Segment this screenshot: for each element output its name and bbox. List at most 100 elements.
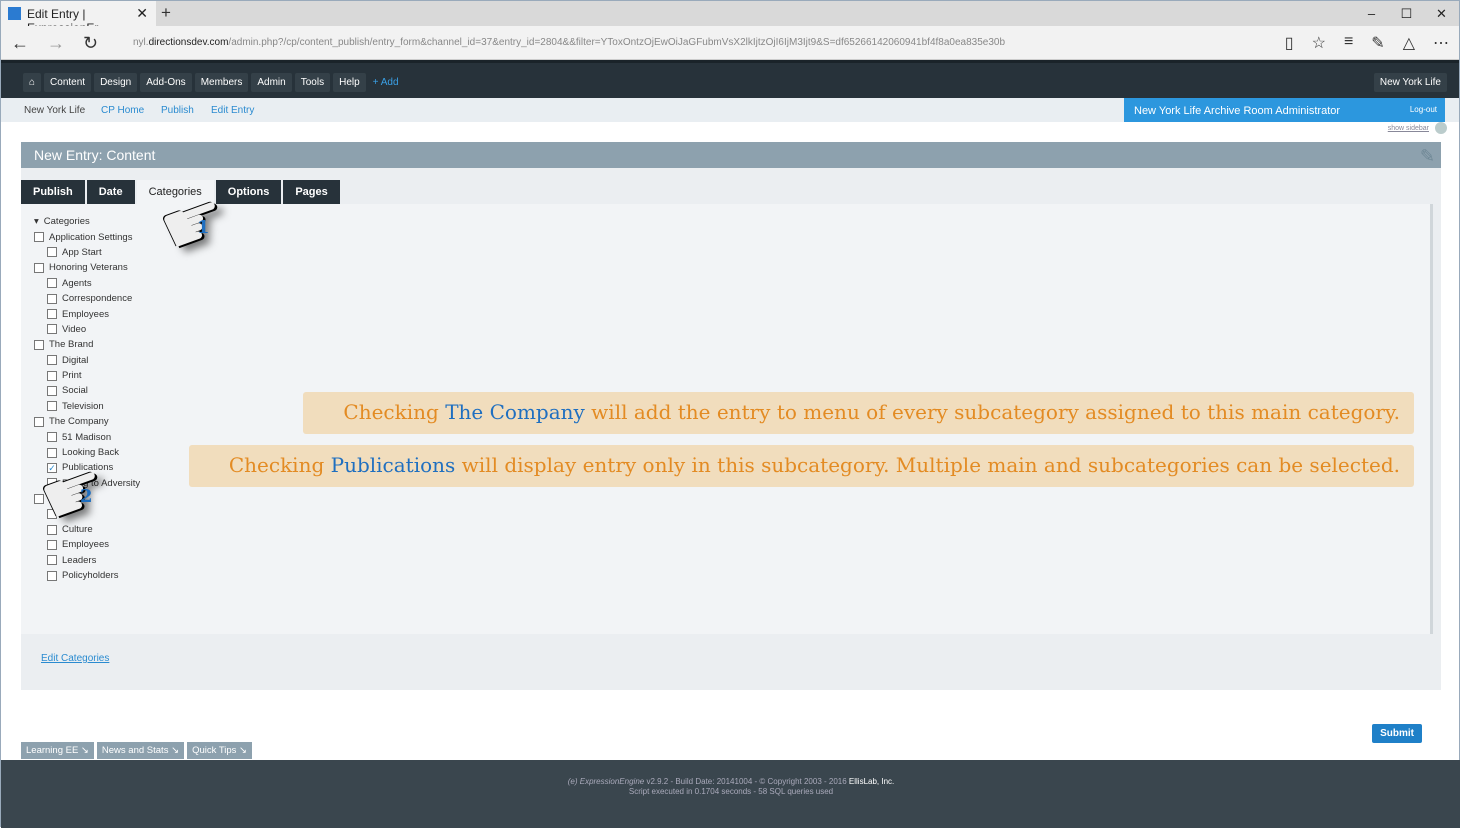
category-label: Digital (62, 355, 88, 366)
quick-tab-quick-tips[interactable]: Quick Tips ↘ (187, 742, 252, 759)
category-label: Leaders (62, 555, 96, 566)
subcategory-item[interactable]: Leaders (34, 553, 140, 568)
collapse-triangle-icon: ▾ (34, 216, 39, 227)
cp-nav: ⌂ Content Design Add-Ons Members Admin T… (1, 60, 1459, 98)
tab-publish[interactable]: Publish (21, 180, 85, 204)
browser-tab-bar: Edit Entry | ExpressionEr✕ + –☐✕ (1, 1, 1459, 26)
nav-addons[interactable]: Add-Ons (140, 73, 191, 92)
nav-admin[interactable]: Admin (251, 73, 291, 92)
nav-help[interactable]: Help (333, 73, 366, 92)
hub-icon[interactable]: ≡ (1344, 33, 1353, 53)
subcategory-item[interactable]: Correspondence (34, 291, 140, 306)
category-checkbox[interactable] (34, 232, 44, 242)
maximize-button[interactable]: ☐ (1389, 1, 1424, 22)
sidebar-toggle-icon[interactable] (1435, 122, 1447, 134)
nav-content[interactable]: Content (44, 73, 91, 92)
category-checkbox[interactable] (47, 386, 57, 396)
subcategory-item[interactable]: Social (34, 383, 140, 398)
category-item[interactable]: The Brand (34, 337, 140, 352)
home-icon[interactable]: ⌂ (23, 73, 41, 92)
ee-brand: ExpressionEngine (580, 777, 644, 786)
subcategory-item[interactable]: Employees (34, 306, 140, 321)
categories-label: Categories (44, 216, 90, 227)
crumb-cp-home[interactable]: CP Home (101, 105, 144, 116)
category-label: 51 Madison (62, 432, 111, 443)
nav-members[interactable]: Members (195, 73, 249, 92)
subcategory-item[interactable]: Policyholders (34, 568, 140, 583)
reading-view-icon[interactable]: ▯ (1285, 33, 1294, 53)
categories-header[interactable]: ▾ Categories (34, 214, 140, 229)
browser-tab[interactable]: Edit Entry | ExpressionEr✕ (1, 1, 156, 26)
category-label: Policyholders (62, 570, 119, 581)
category-checkbox[interactable] (47, 371, 57, 381)
category-checkbox[interactable] (47, 571, 57, 581)
tab-options[interactable]: Options (216, 180, 282, 204)
nav-design[interactable]: Design (94, 73, 137, 92)
footer-stats: Script executed in 0.1704 seconds - 58 S… (1, 787, 1460, 797)
category-label: The Brand (49, 339, 93, 350)
tab-pages[interactable]: Pages (283, 180, 339, 204)
subcategory-item[interactable]: App Start (34, 245, 140, 260)
subcategory-item[interactable]: Employees (34, 537, 140, 552)
admin-bar: New York Life Archive Room Administrator… (1124, 98, 1445, 122)
company-name: EllisLab, Inc. (849, 777, 894, 786)
category-checkbox[interactable] (47, 247, 57, 257)
subcategory-item[interactable]: Television (34, 399, 140, 414)
edit-categories-link[interactable]: Edit Categories (41, 653, 109, 664)
category-checkbox[interactable] (47, 432, 57, 442)
category-checkbox[interactable] (47, 540, 57, 550)
category-checkbox[interactable] (47, 278, 57, 288)
forward-icon[interactable]: → (47, 33, 65, 54)
show-sidebar-link[interactable]: show sidebar (1388, 125, 1429, 132)
tab-date[interactable]: Date (87, 180, 135, 204)
logout-link[interactable]: Log-out (1410, 105, 1437, 114)
admin-title: New York Life Archive Room Administrator (1134, 105, 1340, 117)
site-button[interactable]: New York Life (1374, 73, 1447, 92)
category-item[interactable]: Application Settings (34, 229, 140, 244)
new-tab-button[interactable]: + (161, 3, 171, 23)
category-checkbox[interactable] (34, 263, 44, 273)
cursor-label-1: 1 (197, 217, 210, 238)
category-checkbox[interactable] (47, 309, 57, 319)
subcategory-item[interactable]: Agents (34, 276, 140, 291)
category-label: Television (62, 401, 104, 412)
nav-add[interactable]: + Add (369, 73, 403, 92)
crumb-publish[interactable]: Publish (161, 105, 194, 116)
favorite-star-icon[interactable]: ☆ (1312, 33, 1326, 53)
minimize-button[interactable]: – (1354, 1, 1389, 22)
web-note-icon[interactable]: ✎ (1371, 33, 1384, 53)
back-icon[interactable]: ← (11, 33, 29, 54)
address-bar-row: ← → ↻ nyl.directionsdev.com/admin.php?/c… (1, 26, 1459, 60)
category-checkbox[interactable] (47, 294, 57, 304)
quick-tab-news-stats[interactable]: News and Stats ↘ (97, 742, 184, 759)
quick-tab-learning-ee[interactable]: Learning EE ↘ (21, 742, 94, 759)
refresh-icon[interactable]: ↻ (83, 33, 98, 54)
close-window-button[interactable]: ✕ (1424, 1, 1459, 22)
share-icon[interactable]: △ (1403, 33, 1415, 53)
category-checkbox[interactable] (47, 355, 57, 365)
category-label: Honoring Veterans (49, 262, 128, 273)
category-item[interactable]: Honoring Veterans (34, 260, 140, 275)
crumb-edit-entry[interactable]: Edit Entry (211, 105, 254, 116)
url-input[interactable]: nyl.directionsdev.com/admin.php?/cp/cont… (133, 37, 1005, 48)
category-checkbox[interactable] (34, 417, 44, 427)
category-checkbox[interactable] (34, 340, 44, 350)
category-item[interactable]: The Company (34, 414, 140, 429)
more-icon[interactable]: ⋯ (1433, 33, 1449, 53)
close-tab-icon[interactable]: ✕ (136, 5, 148, 22)
category-label: Employees (62, 309, 109, 320)
crumb-site[interactable]: New York Life (24, 105, 85, 116)
subcategory-item[interactable]: Video (34, 322, 140, 337)
cursor-label-2: 2 (80, 486, 93, 507)
category-checkbox[interactable] (47, 401, 57, 411)
subcategory-item[interactable]: Digital (34, 353, 140, 368)
favicon-icon (8, 7, 21, 20)
category-label: Agents (62, 278, 92, 289)
category-checkbox[interactable] (47, 555, 57, 565)
category-label: Employees (62, 539, 109, 550)
nav-tools[interactable]: Tools (295, 73, 330, 92)
submit-button[interactable]: Submit (1372, 724, 1422, 743)
category-label: Correspondence (62, 293, 132, 304)
subcategory-item[interactable]: Print (34, 368, 140, 383)
category-checkbox[interactable] (47, 324, 57, 334)
